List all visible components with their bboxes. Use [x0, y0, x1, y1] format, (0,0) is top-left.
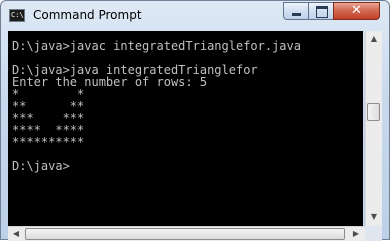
console-output[interactable]: D:\java>javac integratedTrianglefor.java…: [8, 31, 363, 226]
scroll-left-arrow-icon[interactable]: ◀: [8, 227, 24, 241]
cmd-icon[interactable]: C:\: [9, 9, 25, 22]
maximize-button[interactable]: [308, 2, 334, 20]
close-button[interactable]: ✕: [333, 2, 380, 20]
close-icon: ✕: [351, 3, 362, 18]
title-bar[interactable]: C:\ Command Prompt ✕: [1, 1, 389, 31]
vertical-scrollbar[interactable]: ▲ ▼: [365, 31, 382, 226]
minimize-icon: [292, 13, 301, 16]
command-prompt-window: C:\ Command Prompt ✕ D:\java>javac integ…: [0, 0, 390, 241]
scrollbar-corner: [365, 226, 382, 241]
scroll-up-arrow-icon[interactable]: ▲: [366, 31, 382, 47]
console-prompt-line: D:\java>: [12, 159, 70, 173]
console-line: **********: [12, 135, 85, 149]
vertical-scroll-thumb[interactable]: [367, 103, 380, 121]
horizontal-scroll-thumb[interactable]: [25, 228, 345, 240]
scroll-right-arrow-icon[interactable]: ▶: [348, 227, 364, 241]
scroll-down-arrow-icon[interactable]: ▼: [366, 209, 382, 225]
horizontal-scrollbar[interactable]: ◀ ▶: [8, 226, 365, 241]
minimize-button[interactable]: [283, 2, 309, 20]
maximize-icon: [316, 6, 328, 18]
window-title: Command Prompt: [33, 8, 142, 22]
console-line: D:\java>javac integratedTrianglefor.java: [12, 39, 301, 53]
